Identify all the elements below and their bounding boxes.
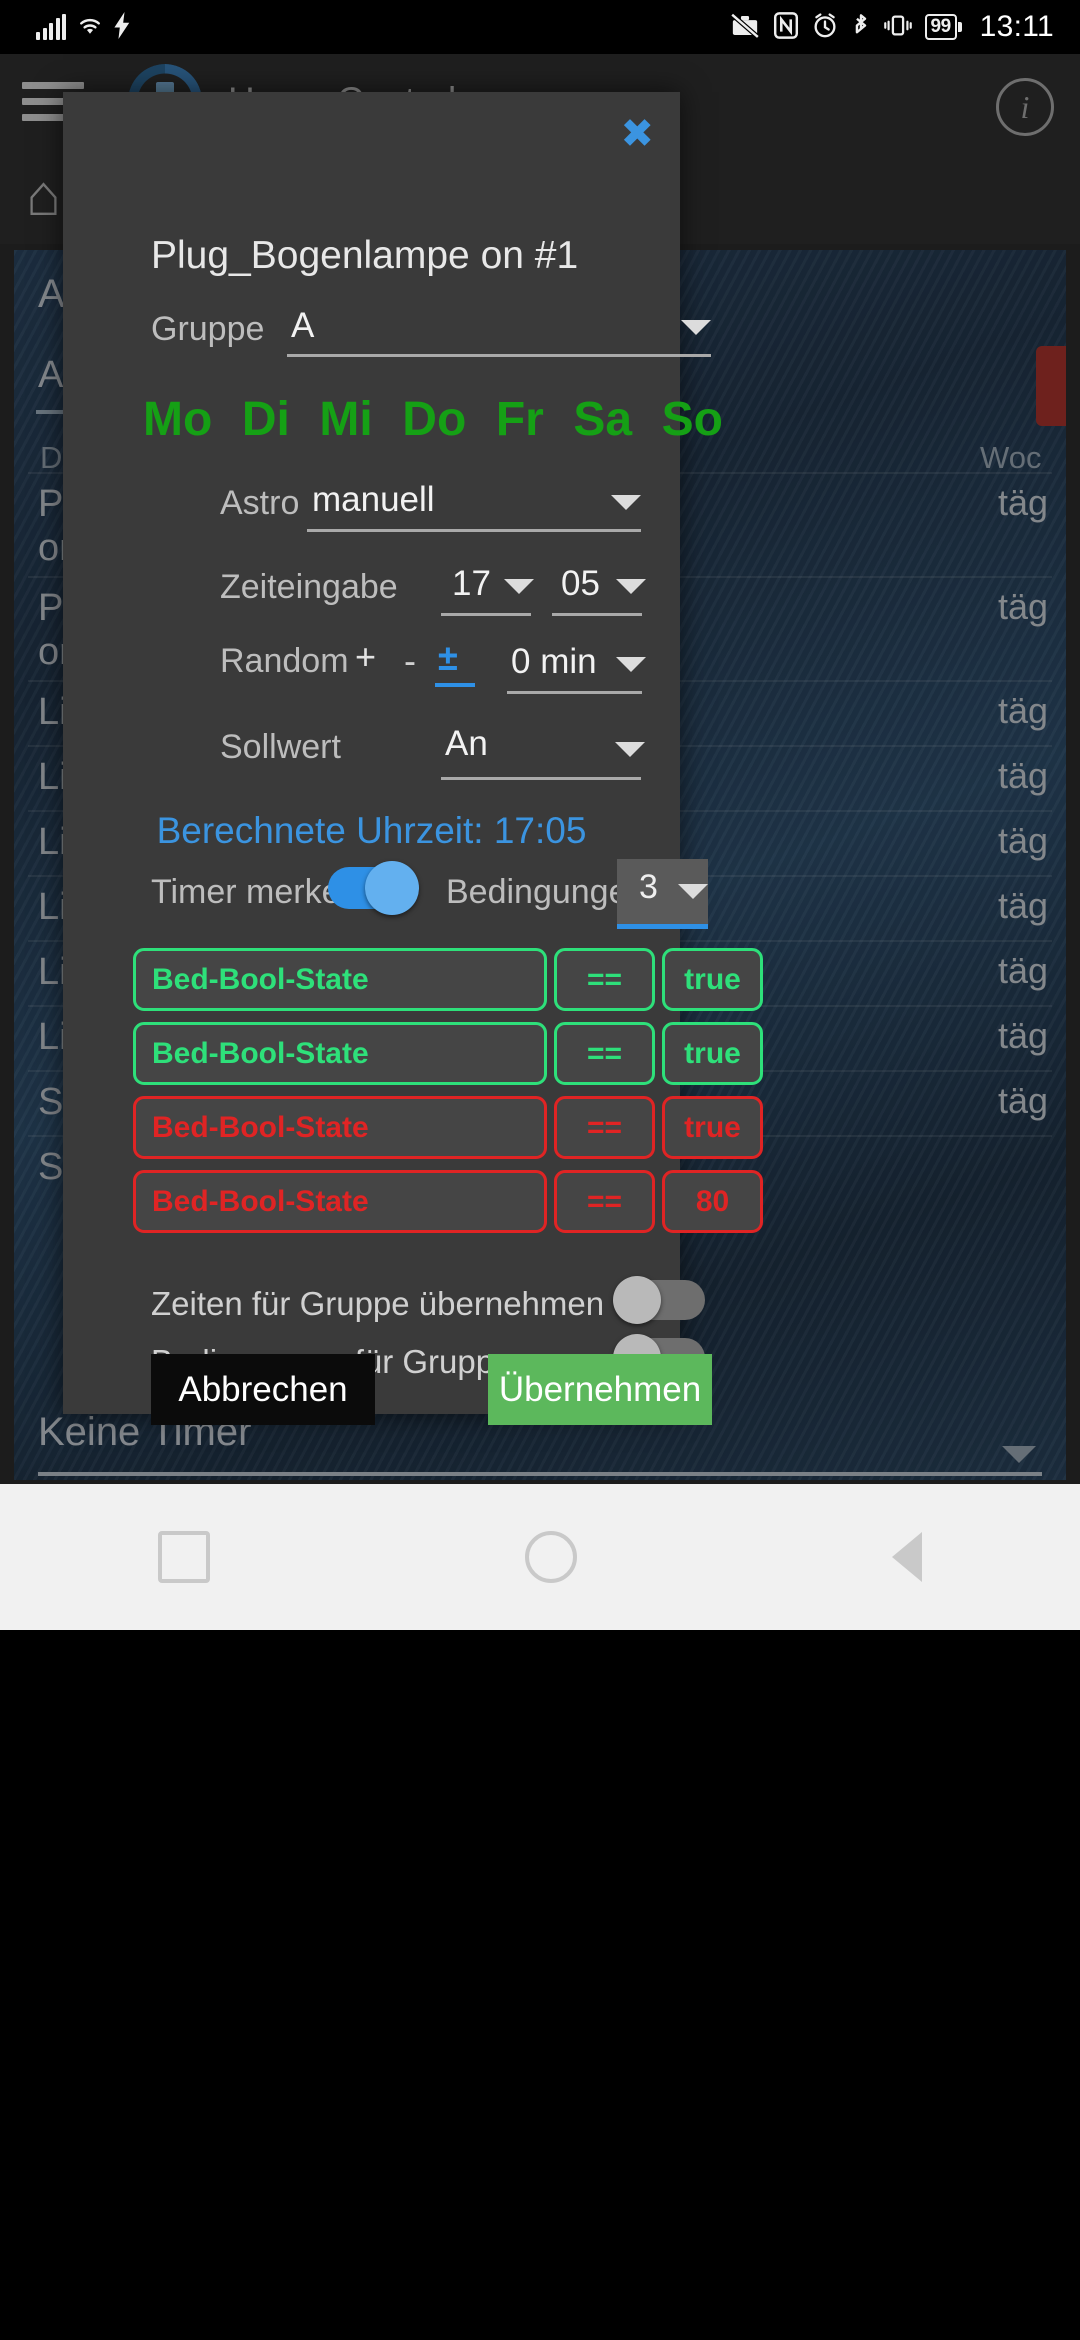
- random-plusminus-underline: [435, 683, 475, 687]
- sollwert-underline: [441, 777, 641, 780]
- random-value[interactable]: 0 min: [511, 642, 597, 682]
- apply-button[interactable]: Übernehmen: [488, 1354, 712, 1425]
- calculated-time-text: Berechnete Uhrzeit: 17:05: [156, 810, 587, 851]
- chevron-down-icon[interactable]: [615, 742, 645, 757]
- condition-row: Bed-Bool-State == true: [133, 1022, 763, 1085]
- chevron-down-icon[interactable]: [616, 579, 646, 594]
- apply-times-group-label: Zeiten für Gruppe übernehmen: [151, 1285, 605, 1322]
- chevron-down-icon[interactable]: [616, 657, 646, 672]
- battery-percent: 99: [924, 14, 957, 40]
- no-briefcase-icon: [730, 12, 760, 43]
- apply-times-group-toggle-knob[interactable]: [613, 1276, 661, 1324]
- status-bar-right: 99 13:11: [730, 10, 1055, 44]
- minute-underline: [552, 613, 642, 616]
- close-icon[interactable]: ✖: [620, 114, 654, 154]
- bedingungen-underline: [617, 924, 708, 929]
- weekday-sa[interactable]: Sa: [573, 392, 632, 447]
- chevron-down-icon[interactable]: [504, 579, 534, 594]
- triangle-back-icon[interactable]: [892, 1532, 923, 1582]
- hour-select-value[interactable]: 17: [452, 564, 491, 604]
- hour-underline: [441, 613, 531, 616]
- condition-name[interactable]: Bed-Bool-State: [133, 1096, 547, 1159]
- condition-name[interactable]: Bed-Bool-State: [133, 1170, 547, 1233]
- vibrate-icon: [883, 12, 912, 43]
- status-bar-clock: 13:11: [979, 10, 1054, 43]
- random-underline: [507, 691, 642, 694]
- square-icon[interactable]: [157, 1531, 210, 1583]
- system-nav-buttons: [0, 1502, 1080, 1612]
- condition-operator[interactable]: ==: [554, 1022, 655, 1085]
- condition-name[interactable]: Bed-Bool-State: [133, 1022, 547, 1085]
- astro-label: Astro: [220, 484, 300, 522]
- nfc-icon: [773, 11, 799, 43]
- random-plus-button[interactable]: +: [355, 636, 376, 678]
- chevron-down-icon[interactable]: [681, 320, 711, 335]
- sollwert-label: Sollwert: [220, 728, 341, 766]
- condition-value[interactable]: true: [662, 1096, 763, 1159]
- circle-icon[interactable]: [524, 1531, 577, 1583]
- dialog-title: Plug_Bogenlampe on #1: [151, 234, 579, 277]
- chevron-down-icon[interactable]: [611, 495, 641, 510]
- condition-value[interactable]: 80: [662, 1170, 763, 1233]
- bluetooth-icon: [851, 12, 871, 43]
- timer-merken-toggle-knob[interactable]: [365, 861, 419, 915]
- condition-value[interactable]: true: [662, 1022, 763, 1085]
- conditions-list: Bed-Bool-State == true Bed-Bool-State == true…: [133, 948, 763, 1244]
- astro-underline: [307, 529, 641, 532]
- weekday-mo[interactable]: Mo: [143, 392, 212, 447]
- bedingungen-count-value[interactable]: 3: [639, 868, 658, 907]
- weekday-fr[interactable]: Fr: [496, 392, 544, 447]
- gruppe-select-value[interactable]: A: [291, 306, 314, 346]
- condition-row: Bed-Bool-State == 80: [133, 1170, 763, 1233]
- sollwert-select-value[interactable]: An: [445, 724, 488, 764]
- astro-select-value[interactable]: manuell: [312, 480, 435, 520]
- minute-select-value[interactable]: 05: [561, 564, 600, 604]
- status-bar: 99 13:11: [0, 0, 1080, 54]
- weekday-so[interactable]: So: [662, 392, 723, 447]
- weekday-do[interactable]: Do: [402, 392, 466, 447]
- system-nav-bar: [0, 1484, 1080, 2340]
- condition-operator[interactable]: ==: [554, 948, 655, 1011]
- zeiteingabe-label: Zeiteingabe: [220, 568, 398, 606]
- weekday-di[interactable]: Di: [242, 392, 290, 447]
- cancel-button[interactable]: Abbrechen: [151, 1354, 375, 1425]
- condition-row: Bed-Bool-State == true: [133, 948, 763, 1011]
- condition-value[interactable]: true: [662, 948, 763, 1011]
- condition-operator[interactable]: ==: [554, 1096, 655, 1159]
- gruppe-label: Gruppe: [151, 310, 265, 348]
- condition-row: Bed-Bool-State == true: [133, 1096, 763, 1159]
- weekday-mi[interactable]: Mi: [319, 392, 372, 447]
- flash-icon: [114, 11, 131, 43]
- condition-operator[interactable]: ==: [554, 1170, 655, 1233]
- random-minus-button[interactable]: -: [404, 640, 416, 682]
- status-bar-left: [36, 11, 131, 43]
- timer-edit-dialog: ✖ Plug_Bogenlampe on #1 Gruppe A Mo Di Mi D…: [63, 92, 763, 1425]
- random-label: Random: [220, 642, 349, 680]
- random-plusminus-button[interactable]: ±: [438, 637, 458, 679]
- alarm-icon: [812, 12, 838, 43]
- battery-icon: 99: [924, 14, 962, 40]
- wifi-icon: [76, 13, 104, 41]
- weekday-selector: Mo Di Mi Do Fr Sa So: [143, 392, 723, 447]
- condition-name[interactable]: Bed-Bool-State: [133, 948, 547, 1011]
- signal-bars-icon: [36, 14, 66, 40]
- gruppe-underline: [287, 354, 711, 357]
- chevron-down-icon[interactable]: [678, 884, 708, 899]
